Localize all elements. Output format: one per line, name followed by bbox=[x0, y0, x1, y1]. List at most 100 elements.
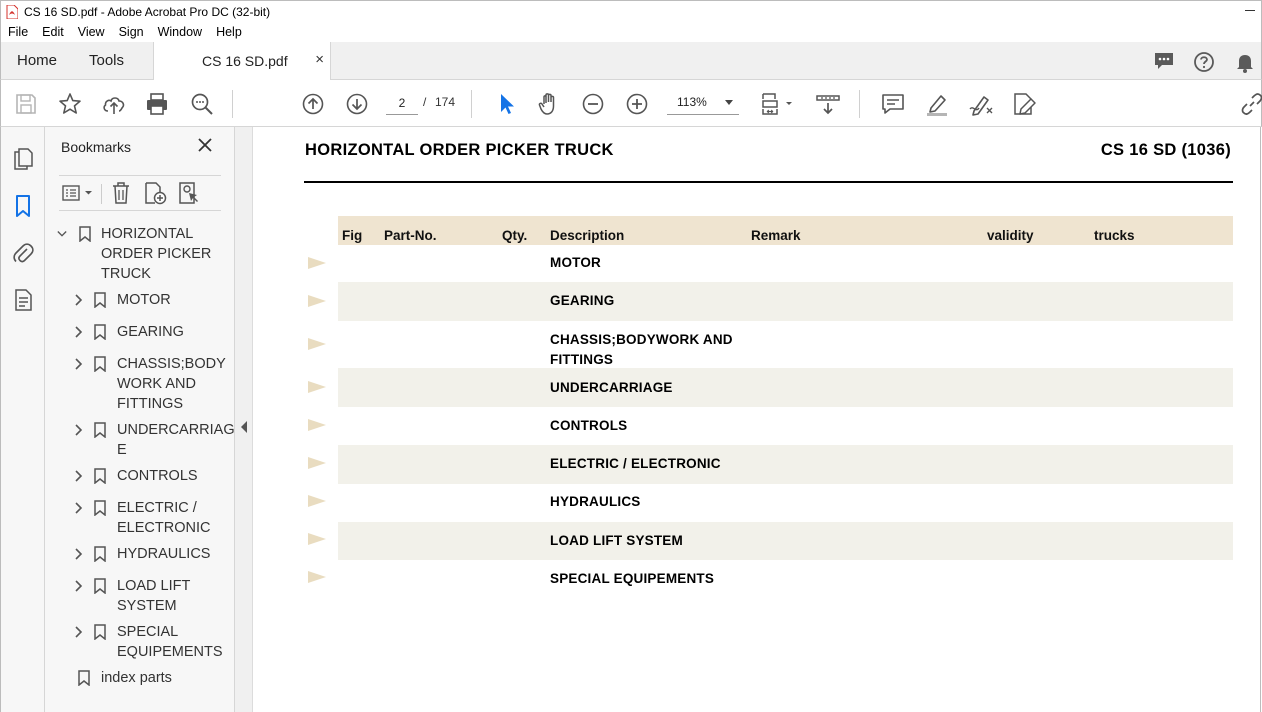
chevron-right-icon[interactable] bbox=[74, 470, 84, 482]
document-properties-icon[interactable] bbox=[12, 288, 34, 312]
document-model-number: CS 16 SD (1036) bbox=[1100, 141, 1231, 159]
column-header-remark: Remark bbox=[751, 228, 801, 243]
link-arrow-icon[interactable] bbox=[307, 256, 327, 270]
next-page-icon[interactable] bbox=[344, 91, 370, 117]
page-fit-icon[interactable] bbox=[759, 91, 795, 117]
delete-bookmark-trash-icon[interactable] bbox=[109, 180, 133, 206]
bookmarks-panel-icon[interactable] bbox=[12, 194, 34, 218]
chevron-right-icon[interactable] bbox=[74, 626, 84, 638]
link-arrow-icon[interactable] bbox=[307, 532, 327, 546]
title-bar: CS 16 SD.pdf - Adobe Acrobat Pro DC (32-… bbox=[0, 0, 1262, 22]
toolbar: / 174 113% bbox=[0, 80, 1262, 127]
bookmark-label: SPECIAL EQUIPEMENTS bbox=[117, 624, 223, 660]
share-link-icon[interactable] bbox=[1239, 91, 1262, 117]
link-arrow-icon[interactable] bbox=[307, 337, 327, 351]
attachments-paperclip-icon[interactable] bbox=[12, 241, 34, 265]
menu-view[interactable]: View bbox=[71, 25, 112, 39]
chevron-down-icon bbox=[725, 100, 733, 105]
row-description[interactable]: CONTROLS bbox=[550, 416, 627, 436]
edit-pdf-icon[interactable] bbox=[1011, 91, 1037, 117]
add-comment-icon[interactable] bbox=[880, 91, 906, 117]
bookmarks-panel-title: Bookmarks bbox=[61, 139, 132, 155]
collapse-panel-arrow-icon[interactable] bbox=[241, 421, 247, 433]
zoom-search-icon[interactable] bbox=[189, 91, 215, 117]
link-arrow-icon[interactable] bbox=[307, 418, 327, 432]
tab-close-icon[interactable]: × bbox=[315, 51, 324, 68]
save-icon[interactable] bbox=[13, 91, 39, 117]
chevron-right-icon[interactable] bbox=[74, 580, 84, 592]
select-cursor-icon[interactable] bbox=[493, 91, 519, 117]
column-header-description: Description bbox=[550, 228, 625, 243]
menu-bar: File Edit View Sign Window Help bbox=[0, 22, 1262, 42]
zoom-dropdown[interactable]: 113% bbox=[667, 91, 739, 115]
panel-splitter[interactable] bbox=[235, 127, 253, 712]
bookmark-icon bbox=[94, 546, 106, 562]
menu-file[interactable]: File bbox=[1, 25, 35, 39]
zoom-in-icon[interactable] bbox=[624, 91, 650, 117]
zoom-out-icon[interactable] bbox=[580, 91, 606, 117]
minimize-button[interactable] bbox=[1245, 10, 1255, 11]
page-thumbnails-icon[interactable] bbox=[12, 147, 34, 171]
help-icon[interactable] bbox=[1193, 51, 1215, 73]
row-description[interactable]: CHASSIS;BODYWORK AND FITTINGS bbox=[550, 330, 733, 370]
print-icon[interactable] bbox=[144, 91, 170, 117]
page-number-input[interactable] bbox=[386, 91, 418, 115]
bookmark-icon bbox=[79, 226, 91, 242]
chevron-right-icon[interactable] bbox=[74, 424, 84, 436]
link-arrow-icon[interactable] bbox=[307, 294, 327, 308]
table-row: HYDRAULICS bbox=[338, 484, 1233, 522]
chevron-down-icon[interactable] bbox=[57, 228, 67, 240]
chevron-right-icon[interactable] bbox=[74, 548, 84, 560]
bookmark-options-icon[interactable] bbox=[61, 180, 97, 206]
column-header-qty: Qty. bbox=[502, 228, 528, 243]
new-bookmark-icon[interactable] bbox=[143, 180, 167, 206]
chevron-right-icon[interactable] bbox=[74, 326, 84, 338]
bookmark-label: GEARING bbox=[117, 324, 184, 340]
highlight-pen-icon[interactable] bbox=[924, 91, 950, 117]
zoom-value: 113% bbox=[677, 95, 707, 109]
hand-tool-icon[interactable] bbox=[536, 91, 562, 117]
scroll-mode-icon[interactable] bbox=[815, 91, 841, 117]
table-row: ELECTRIC / ELECTRONIC bbox=[338, 445, 1233, 484]
row-description[interactable]: SPECIAL EQUIPEMENTS bbox=[550, 569, 714, 589]
upload-cloud-icon[interactable] bbox=[101, 91, 127, 117]
tab-home[interactable]: Home bbox=[17, 52, 57, 69]
bookmark-star-icon[interactable] bbox=[57, 91, 83, 117]
row-description[interactable]: ELECTRIC / ELECTRONIC bbox=[550, 454, 721, 474]
table-row: LOAD LIFT SYSTEM bbox=[338, 522, 1233, 560]
row-description[interactable]: HYDRAULICS bbox=[550, 492, 641, 512]
column-header-trucks: trucks bbox=[1094, 228, 1135, 243]
tab-document[interactable]: CS 16 SD.pdf × bbox=[153, 42, 331, 80]
column-header-validity: validity bbox=[987, 228, 1034, 243]
link-arrow-icon[interactable] bbox=[307, 494, 327, 508]
bookmark-icon bbox=[78, 670, 90, 686]
bookmark-label: LOAD LIFT SYSTEM bbox=[117, 578, 191, 614]
previous-page-icon[interactable] bbox=[300, 91, 326, 117]
comment-panel-icon[interactable] bbox=[1153, 51, 1175, 71]
tab-document-label: CS 16 SD.pdf bbox=[202, 53, 288, 69]
row-description[interactable]: GEARING bbox=[550, 291, 614, 311]
link-arrow-icon[interactable] bbox=[307, 570, 327, 584]
chevron-right-icon[interactable] bbox=[74, 358, 84, 370]
link-arrow-icon[interactable] bbox=[307, 456, 327, 470]
menu-sign[interactable]: Sign bbox=[112, 25, 151, 39]
menu-edit[interactable]: Edit bbox=[35, 25, 71, 39]
row-description[interactable]: UNDERCARRIAGE bbox=[550, 378, 673, 398]
row-description[interactable]: LOAD LIFT SYSTEM bbox=[550, 531, 683, 551]
row-description[interactable]: MOTOR bbox=[550, 253, 601, 273]
menu-help[interactable]: Help bbox=[209, 25, 249, 39]
link-arrow-icon[interactable] bbox=[307, 380, 327, 394]
bookmark-from-selection-icon[interactable] bbox=[177, 180, 201, 206]
bookmark-label: index parts bbox=[101, 670, 172, 686]
close-panel-icon[interactable] bbox=[198, 138, 212, 152]
bookmarks-toolbar bbox=[59, 175, 221, 211]
bookmark-label: ELECTRIC / ELECTRONIC bbox=[117, 500, 211, 536]
bookmark-label: UNDERCARRIAG E bbox=[117, 422, 235, 458]
bookmark-icon bbox=[94, 468, 106, 484]
menu-window[interactable]: Window bbox=[151, 25, 209, 39]
chevron-right-icon[interactable] bbox=[74, 502, 84, 514]
tab-tools[interactable]: Tools bbox=[89, 52, 124, 69]
fill-sign-pen-icon[interactable] bbox=[968, 91, 994, 117]
chevron-right-icon[interactable] bbox=[74, 294, 84, 306]
notifications-bell-icon[interactable] bbox=[1235, 51, 1255, 73]
